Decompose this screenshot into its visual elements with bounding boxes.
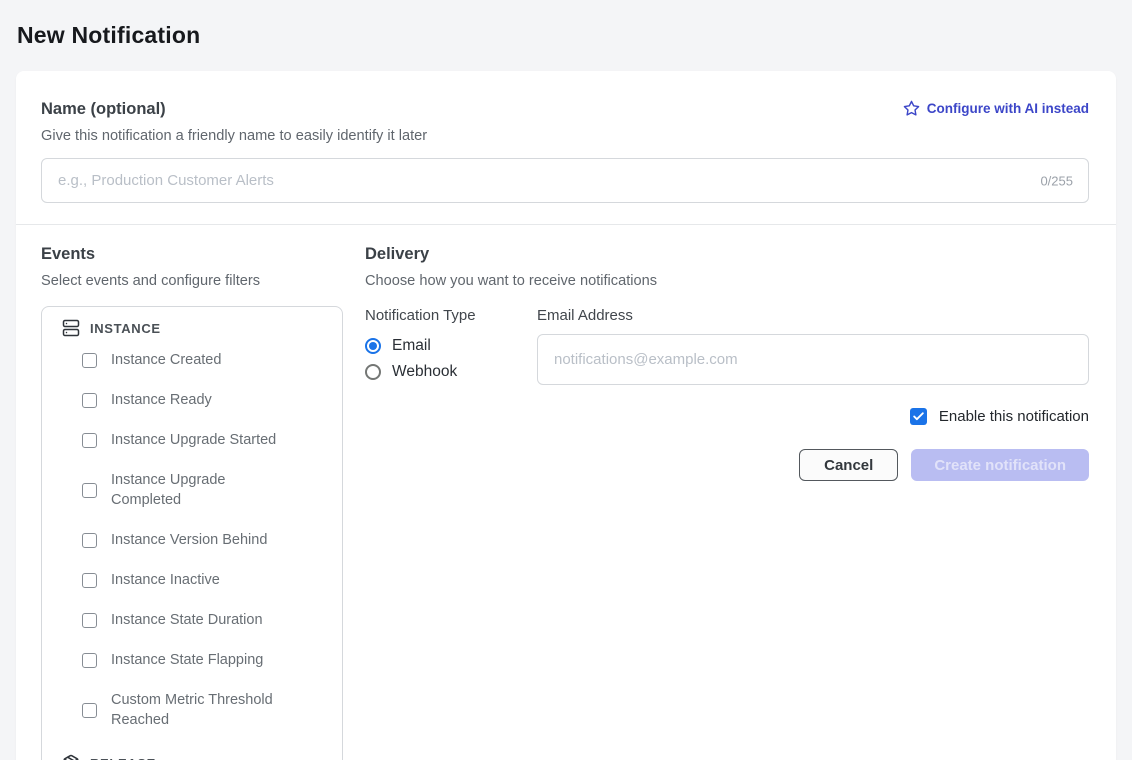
- events-heading: Events: [41, 245, 365, 264]
- checkbox-unchecked[interactable]: [82, 433, 97, 448]
- event-row[interactable]: Instance Upgrade Started: [82, 430, 328, 450]
- configure-with-ai-link[interactable]: Configure with AI instead: [903, 100, 1089, 117]
- delivery-description: Choose how you want to receive notificat…: [365, 273, 1089, 289]
- char-counter: 0/255: [1040, 173, 1073, 188]
- event-label: Instance State Duration: [111, 610, 263, 630]
- checkbox-unchecked[interactable]: [82, 653, 97, 668]
- radio-selected-icon[interactable]: [365, 338, 381, 354]
- events-list-box: INSTANCE Instance Created Instance Ready…: [41, 306, 343, 760]
- event-list: Instance Created Instance Ready Instance…: [62, 350, 328, 730]
- name-description: Give this notification a friendly name t…: [41, 128, 1089, 144]
- checkbox-unchecked[interactable]: [82, 483, 97, 498]
- events-description: Select events and configure filters: [41, 273, 365, 289]
- radio-option-email[interactable]: Email: [365, 337, 537, 355]
- radio-label: Webhook: [392, 363, 457, 381]
- page-title: New Notification: [17, 22, 1132, 49]
- enable-notification-label: Enable this notification: [939, 408, 1089, 425]
- checkbox-unchecked[interactable]: [82, 703, 97, 718]
- event-label: Instance Inactive: [111, 570, 220, 590]
- event-label: Custom Metric Threshold Reached: [111, 690, 289, 730]
- event-row[interactable]: Instance Ready: [82, 390, 328, 410]
- create-notification-button[interactable]: Create notification: [911, 449, 1089, 481]
- package-icon: [62, 754, 80, 760]
- checkbox-checked-icon[interactable]: [910, 408, 927, 425]
- radio-option-webhook[interactable]: Webhook: [365, 363, 537, 381]
- new-notification-card: Name (optional) Configure with AI instea…: [16, 71, 1116, 760]
- checkbox-unchecked[interactable]: [82, 353, 97, 368]
- cancel-button[interactable]: Cancel: [799, 449, 898, 481]
- email-address-label: Email Address: [537, 307, 1089, 324]
- event-row[interactable]: Instance Inactive: [82, 570, 328, 590]
- event-label: Instance Upgrade Started: [111, 430, 276, 450]
- event-label: Instance State Flapping: [111, 650, 263, 670]
- event-row[interactable]: Instance State Duration: [82, 610, 328, 630]
- checkbox-unchecked[interactable]: [82, 573, 97, 588]
- event-label: Instance Created: [111, 350, 221, 370]
- enable-notification-toggle[interactable]: Enable this notification: [365, 408, 1089, 425]
- event-row[interactable]: Instance State Flapping: [82, 650, 328, 670]
- server-icon: [62, 319, 80, 337]
- event-group-instance[interactable]: INSTANCE: [62, 319, 328, 337]
- event-row[interactable]: Instance Version Behind: [82, 530, 328, 550]
- event-row[interactable]: Instance Upgrade Completed: [82, 470, 328, 510]
- checkbox-unchecked[interactable]: [82, 393, 97, 408]
- event-label: Instance Ready: [111, 390, 212, 410]
- event-group-label: RELEASE: [90, 756, 156, 760]
- notification-type-label: Notification Type: [365, 307, 537, 324]
- name-heading: Name (optional): [41, 100, 166, 119]
- event-row[interactable]: Custom Metric Threshold Reached: [82, 690, 328, 730]
- email-address-input[interactable]: [537, 334, 1089, 385]
- event-row[interactable]: Instance Created: [82, 350, 328, 370]
- events-section: Events Select events and configure filte…: [41, 245, 365, 760]
- star-icon: [903, 100, 920, 117]
- radio-label: Email: [392, 337, 431, 355]
- radio-unselected-icon[interactable]: [365, 364, 381, 380]
- delivery-heading: Delivery: [365, 245, 1089, 264]
- name-section: Name (optional) Configure with AI instea…: [16, 71, 1116, 224]
- event-label: Instance Version Behind: [111, 530, 267, 550]
- event-group-label: INSTANCE: [90, 321, 161, 336]
- event-label: Instance Upgrade Completed: [111, 470, 289, 510]
- name-input[interactable]: [41, 158, 1089, 203]
- event-group-release[interactable]: RELEASE: [62, 754, 328, 760]
- checkbox-unchecked[interactable]: [82, 613, 97, 628]
- checkbox-unchecked[interactable]: [82, 533, 97, 548]
- ai-link-label: Configure with AI instead: [927, 101, 1089, 116]
- delivery-section: Delivery Choose how you want to receive …: [365, 245, 1089, 481]
